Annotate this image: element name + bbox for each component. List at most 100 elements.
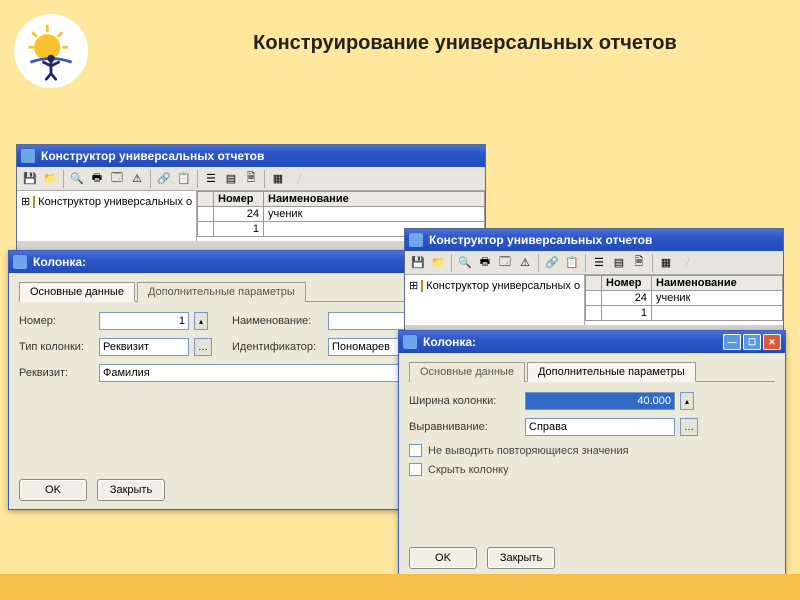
toolbar-separator xyxy=(652,254,653,272)
toolbar-alert-icon[interactable]: ⚠ xyxy=(128,170,146,188)
toolbar-grid-icon[interactable]: ▦ xyxy=(657,254,675,272)
toolbar-separator xyxy=(150,170,151,188)
app-icon xyxy=(21,149,35,163)
align-picker-button[interactable]: … xyxy=(680,418,698,436)
grid-col-number[interactable]: Номер xyxy=(214,192,264,207)
grid-col-name[interactable]: Наименование xyxy=(264,192,485,207)
tab-extra-params[interactable]: Дополнительные параметры xyxy=(137,282,306,302)
dialog-icon xyxy=(403,335,417,349)
toolbar-folder-icon[interactable]: 📁 xyxy=(429,254,447,272)
toolbar-list-icon[interactable]: ☰ xyxy=(202,170,220,188)
grid-col-number[interactable]: Номер xyxy=(602,276,652,291)
minimize-button[interactable]: — xyxy=(723,334,741,350)
tree-root-item[interactable]: ⊞ Конструктор универсальных о xyxy=(409,279,580,292)
tree-root-label: Конструктор универсальных о xyxy=(426,280,580,292)
dialog1-title: Колонка: xyxy=(33,255,86,269)
tree-expand-icon[interactable]: ⊞ xyxy=(409,279,418,292)
close-x-button[interactable]: ✕ xyxy=(763,334,781,350)
toolbar-copy-icon[interactable]: 📋 xyxy=(175,170,193,188)
toolbar-copy-icon[interactable]: 📋 xyxy=(563,254,581,272)
titlebar-2: Конструктор универсальных отчетов xyxy=(405,229,783,251)
tab-main-data[interactable]: Основные данные xyxy=(409,362,525,382)
close-button[interactable]: Закрыть xyxy=(97,479,165,501)
content-area-2: ⊞ Конструктор универсальных о Номер Наим… xyxy=(405,275,783,325)
toolbar-list-icon[interactable]: ☰ xyxy=(590,254,608,272)
checkbox-norepeat-label: Не выводить повторяющиеся значения xyxy=(428,445,629,457)
checkbox-hide-label: Скрыть колонку xyxy=(428,464,509,476)
toolbar-search-icon[interactable]: 🔍 xyxy=(68,170,86,188)
table-row[interactable]: 24 ученик xyxy=(586,291,783,306)
toolbar-save-icon[interactable]: 💾 xyxy=(409,254,427,272)
dialog-icon xyxy=(13,255,27,269)
toolbar-help-icon[interactable]: ❔ xyxy=(677,254,695,272)
folder-icon xyxy=(33,196,35,208)
toolbar-doc-icon[interactable]: 🗎 xyxy=(630,254,648,272)
width-spin-button[interactable]: ▴ xyxy=(680,392,694,410)
toolbar-help-icon[interactable]: ❔ xyxy=(289,170,307,188)
tree-pane[interactable]: ⊞ Конструктор универсальных о xyxy=(17,191,197,241)
dialog2-title: Колонка: xyxy=(423,335,476,349)
tree-root-item[interactable]: ⊞ Конструктор универсальных о xyxy=(21,195,192,208)
toolbar-print-icon[interactable]: 🖶 xyxy=(88,170,106,188)
toolbar-preview-icon[interactable]: 🗔 xyxy=(496,254,514,272)
dialog-column-extra: Колонка: — ☐ ✕ Основные данные Дополните… xyxy=(398,330,786,578)
label-rekv: Реквизит: xyxy=(19,367,93,379)
folder-icon xyxy=(421,280,423,292)
checkbox-box-icon xyxy=(409,444,422,457)
tab-extra-params[interactable]: Дополнительные параметры xyxy=(527,362,696,382)
table-row[interactable]: 24 ученик xyxy=(198,207,485,222)
label-width: Ширина колонки: xyxy=(409,395,519,407)
toolbar-form-icon[interactable]: ▤ xyxy=(222,170,240,188)
toolbar-preview-icon[interactable]: 🗔 xyxy=(108,170,126,188)
toolbar-separator xyxy=(197,170,198,188)
toolbar-save-icon[interactable]: 💾 xyxy=(21,170,39,188)
input-width[interactable]: 40.000 xyxy=(525,392,675,410)
toolbar-link-icon[interactable]: 🔗 xyxy=(155,170,173,188)
toolbar-search-icon[interactable]: 🔍 xyxy=(456,254,474,272)
label-name: Наименование: xyxy=(232,315,322,327)
toolbar-separator xyxy=(63,170,64,188)
maximize-button[interactable]: ☐ xyxy=(743,334,761,350)
number-spin-button[interactable]: ▴ xyxy=(194,312,208,330)
toolbar-2: 💾 📁 🔍 🖶 🗔 ⚠ 🔗 📋 ☰ ▤ 🗎 ▦ ❔ xyxy=(405,251,783,275)
dialog2-titlebar: Колонка: — ☐ ✕ xyxy=(399,331,785,353)
grid-pane[interactable]: Номер Наименование 24 ученик 1 xyxy=(585,275,783,325)
tree-pane[interactable]: ⊞ Конструктор универсальных о xyxy=(405,275,585,325)
tree-root-label: Конструктор универсальных о xyxy=(38,196,192,208)
slide-logo xyxy=(14,14,88,88)
titlebar-1: Конструктор универсальных отчетов xyxy=(17,145,485,167)
coltype-picker-button[interactable]: … xyxy=(194,338,212,356)
input-number[interactable]: 1 xyxy=(99,312,189,330)
tree-expand-icon[interactable]: ⊞ xyxy=(21,195,30,208)
app-title: Конструктор универсальных отчетов xyxy=(41,149,264,163)
toolbar-form-icon[interactable]: ▤ xyxy=(610,254,628,272)
input-coltype[interactable]: Реквизит xyxy=(99,338,189,356)
label-coltype: Тип колонки: xyxy=(19,341,93,353)
app-icon xyxy=(409,233,423,247)
slide-title: Конструирование универсальных отчетов xyxy=(150,32,780,55)
ok-button[interactable]: OK xyxy=(19,479,87,501)
grid-col-name[interactable]: Наименование xyxy=(652,276,783,291)
toolbar-print-icon[interactable]: 🖶 xyxy=(476,254,494,272)
toolbar-alert-icon[interactable]: ⚠ xyxy=(516,254,534,272)
label-ident: Идентификатор: xyxy=(232,341,322,353)
app-title: Конструктор универсальных отчетов xyxy=(429,233,652,247)
toolbar-grid-icon[interactable]: ▦ xyxy=(269,170,287,188)
toolbar-separator xyxy=(264,170,265,188)
toolbar-link-icon[interactable]: 🔗 xyxy=(543,254,561,272)
close-button[interactable]: Закрыть xyxy=(487,547,555,569)
input-align[interactable]: Справа xyxy=(525,418,675,436)
grid-marker-col xyxy=(586,276,602,291)
ok-button[interactable]: OK xyxy=(409,547,477,569)
label-align: Выравнивание: xyxy=(409,421,519,433)
grid-marker-col xyxy=(198,192,214,207)
toolbar-folder-icon[interactable]: 📁 xyxy=(41,170,59,188)
tab-main-data[interactable]: Основные данные xyxy=(19,282,135,302)
slide-footer xyxy=(0,574,800,600)
table-row[interactable]: 1 xyxy=(586,306,783,321)
checkbox-box-icon xyxy=(409,463,422,476)
toolbar-separator xyxy=(538,254,539,272)
toolbar-doc-icon[interactable]: 🗎 xyxy=(242,170,260,188)
checkbox-hide[interactable]: Скрыть колонку xyxy=(409,463,775,476)
checkbox-norepeat[interactable]: Не выводить повторяющиеся значения xyxy=(409,444,775,457)
